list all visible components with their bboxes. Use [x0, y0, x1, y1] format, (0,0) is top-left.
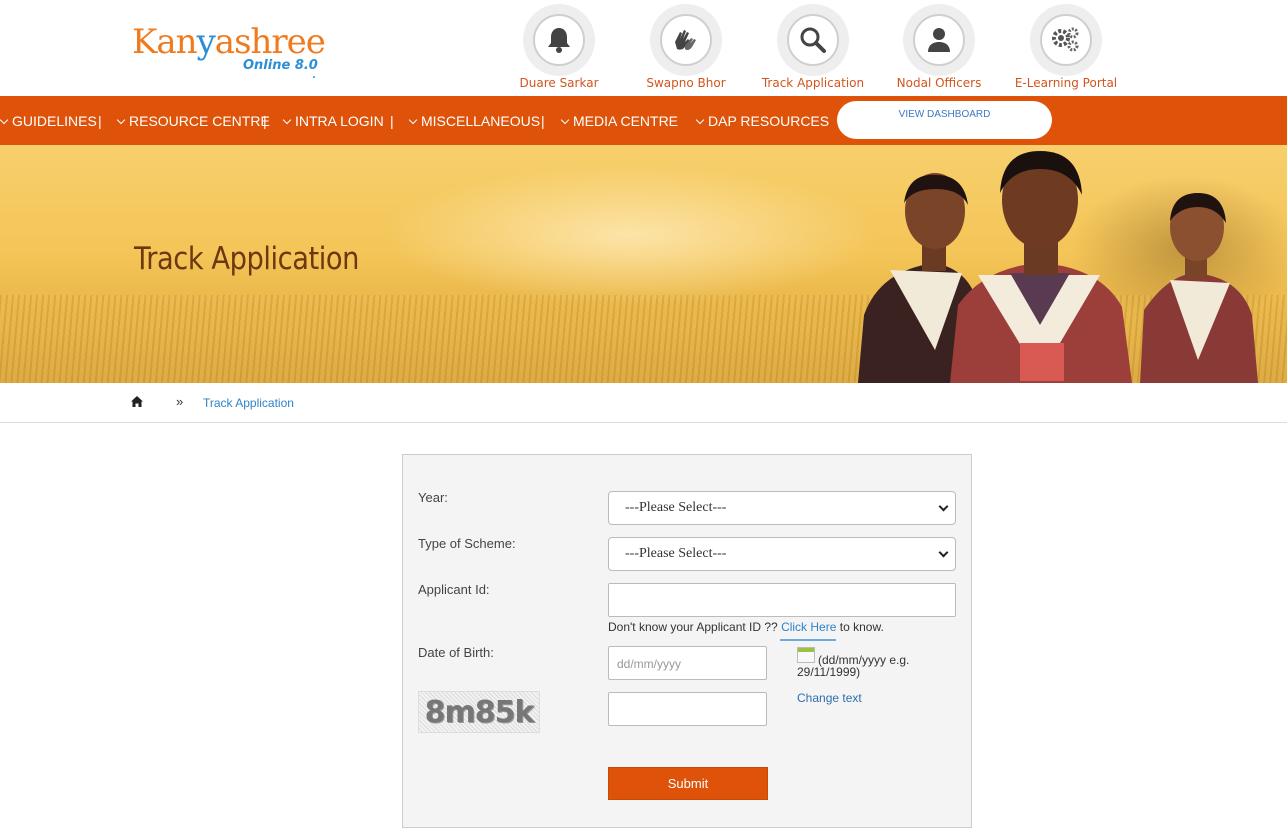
chevron-down-icon [560, 115, 570, 125]
quick-link-duare-sarkar[interactable]: Duare Sarkar [494, 4, 624, 90]
chevron-down-icon [408, 115, 418, 125]
nav-item-miscellaneous[interactable]: MISCELLANEOUS [408, 113, 540, 129]
quick-link-label: Duare Sarkar [519, 76, 599, 90]
quick-link-track-application[interactable]: Track Application [748, 4, 878, 90]
quick-link-label: Swapno Bhor [646, 76, 726, 90]
captcha-input[interactable] [608, 692, 767, 726]
chevron-down-icon [0, 115, 9, 125]
search-icon [800, 27, 826, 53]
link-underline [780, 639, 836, 641]
home-icon[interactable] [131, 396, 143, 407]
nav-item-intra-login[interactable]: INTRA LOGIN [282, 113, 384, 129]
logo-dot [313, 76, 315, 78]
chevron-down-icon [695, 115, 705, 125]
nav-item-guidelines[interactable]: GUIDELINES [0, 113, 97, 129]
track-application-form: Year: ---Please Select--- Type of Scheme… [402, 454, 972, 828]
chevron-down-icon [938, 547, 949, 558]
quick-link-label: E-Learning Portal [1014, 76, 1118, 90]
nav-separator: | [390, 113, 394, 129]
scheme-select[interactable]: ---Please Select--- [608, 537, 956, 571]
change-captcha-link[interactable]: Change text [797, 691, 862, 705]
nav-separator: | [263, 113, 267, 129]
breadcrumb-current[interactable]: Track Application [203, 396, 294, 410]
quick-link-swapno-bhor[interactable]: Swapno Bhor [621, 4, 751, 90]
scheme-select-value: ---Please Select--- [625, 546, 727, 561]
breadcrumb: » Track Application [0, 383, 1287, 423]
nav-separator: | [541, 113, 545, 129]
site-header: Kanyashree Online 8.0 Duare Sarkar Swapn… [0, 0, 1287, 96]
nav-item-resource-centre[interactable]: RESOURCE CENTRE [116, 113, 270, 129]
submit-button[interactable]: Submit [608, 767, 768, 800]
chevron-down-icon [938, 501, 949, 512]
page-banner: Track Application [0, 145, 1287, 383]
logo-version: Online 8.0 [243, 58, 318, 73]
main-nav: GUIDELINES | RESOURCE CENTRE | INTRA LOG… [0, 96, 1287, 145]
user-icon [928, 28, 950, 52]
year-select-value: ---Please Select--- [625, 500, 727, 515]
gears-icon [1052, 27, 1079, 52]
click-here-link[interactable]: Click Here [781, 620, 836, 634]
year-label: Year: [418, 490, 448, 505]
quick-link-label: Track Application [761, 76, 865, 90]
quick-link-e-learning-portal[interactable]: E-Learning Portal [1001, 4, 1131, 90]
applicant-id-hint: Don't know your Applicant ID ?? Click He… [608, 620, 884, 634]
bell-icon [548, 28, 570, 53]
dob-label: Date of Birth: [418, 645, 494, 660]
dob-format-hint: (dd/mm/yyyy e.g. 29/11/1999) [797, 653, 910, 679]
nav-separator: | [98, 113, 102, 129]
breadcrumb-separator: » [176, 394, 184, 409]
applicant-id-label: Applicant Id: [418, 582, 490, 597]
quick-link-nodal-officers[interactable]: Nodal Officers [874, 4, 1004, 90]
dob-input[interactable]: dd/mm/yyyy [608, 646, 767, 680]
banner-students-image [858, 151, 1258, 383]
applicant-id-input[interactable] [608, 583, 956, 617]
kanyashree-logo[interactable]: Kanyashree Online 8.0 [130, 10, 330, 85]
quick-link-label: Nodal Officers [896, 76, 982, 90]
captcha-image: 8m85k [418, 691, 540, 733]
view-dashboard-button[interactable]: VIEW DASHBOARD [837, 101, 1052, 139]
hands-icon [675, 30, 696, 51]
chevron-down-icon [116, 115, 126, 125]
chevron-down-icon [282, 115, 292, 125]
nav-item-dap-resources[interactable]: DAP RESOURCES [695, 113, 829, 129]
logo-wordmark: Kanyashree [132, 22, 326, 62]
captcha-text: 8m85k [424, 694, 535, 730]
nav-item-media-centre[interactable]: MEDIA CENTRE [560, 113, 678, 129]
page-title: Track Application [134, 241, 360, 277]
year-select[interactable]: ---Please Select--- [608, 491, 956, 525]
scheme-label: Type of Scheme: [418, 536, 516, 551]
